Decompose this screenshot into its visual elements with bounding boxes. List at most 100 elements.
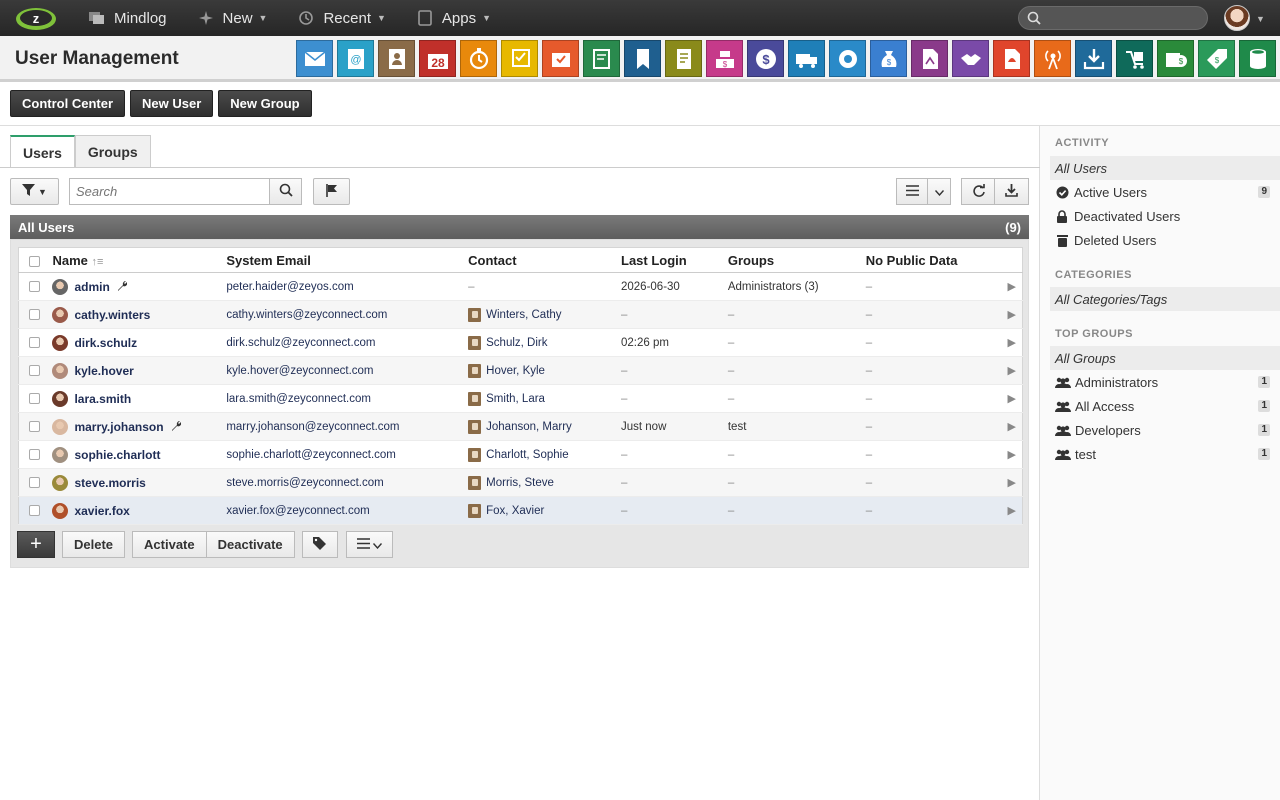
app-projects[interactable] xyxy=(542,40,579,77)
app-bookmarks[interactable] xyxy=(624,40,661,77)
list-view-button[interactable] xyxy=(896,178,928,205)
contact-link[interactable]: Hover, Kyle xyxy=(468,363,621,378)
table-row[interactable]: cathy.winters cathy.winters@zeyconnect.co… xyxy=(18,300,1023,329)
system-email[interactable]: lara.smith@zeyconnect.com xyxy=(226,384,469,413)
row-actions-icon[interactable]: ▶ xyxy=(1008,393,1016,405)
add-button[interactable]: + xyxy=(17,531,55,558)
app-database[interactable] xyxy=(1239,40,1276,77)
row-checkbox[interactable] xyxy=(29,476,40,488)
search-button[interactable] xyxy=(269,178,302,205)
new-group-button[interactable]: New Group xyxy=(218,90,312,117)
user-name-link[interactable]: marry.johanson xyxy=(52,418,226,435)
activate-button[interactable]: Activate xyxy=(132,531,207,558)
app-address-book[interactable]: @ xyxy=(337,40,374,77)
deactivate-button[interactable]: Deactivate xyxy=(206,531,295,558)
row-checkbox[interactable] xyxy=(29,280,40,292)
contact-link[interactable]: Morris, Steve xyxy=(468,475,621,490)
sidebar-group-item[interactable]: All Access 1 xyxy=(1040,394,1280,418)
row-actions-icon[interactable]: ▶ xyxy=(1008,505,1016,517)
app-finance[interactable]: $ xyxy=(747,40,784,77)
row-checkbox[interactable] xyxy=(29,448,40,460)
row-actions-icon[interactable]: ▶ xyxy=(1008,477,1016,489)
nav-mindlog[interactable]: Mindlog xyxy=(88,0,167,36)
app-storage[interactable] xyxy=(1116,40,1153,77)
col-no-public-data[interactable]: No Public Data xyxy=(865,247,986,273)
app-pricing[interactable]: $ xyxy=(1198,40,1235,77)
select-all-checkbox[interactable] xyxy=(18,247,53,273)
global-search[interactable] xyxy=(1018,6,1208,30)
search-field[interactable] xyxy=(69,178,270,205)
system-email[interactable]: dirk.schulz@zeyconnect.com xyxy=(226,328,469,357)
zeyos-logo-icon[interactable]: z xyxy=(14,5,58,31)
sidebar-item-all-users[interactable]: All Users xyxy=(1050,156,1280,180)
sidebar-item-active-users[interactable]: Active Users 9 xyxy=(1040,180,1280,204)
contact-link[interactable]: Charlott, Sophie xyxy=(468,447,621,462)
col-last-login[interactable]: Last Login xyxy=(621,247,728,273)
row-checkbox[interactable] xyxy=(29,504,40,516)
flag-filter-button[interactable] xyxy=(313,178,350,205)
user-name-link[interactable]: lara.smith xyxy=(52,390,226,407)
user-name-link[interactable]: steve.morris xyxy=(52,474,226,491)
contact-link[interactable]: Fox, Xavier xyxy=(468,503,621,518)
user-name-link[interactable]: cathy.winters xyxy=(52,306,226,323)
nav-recent[interactable]: Recent ▼ xyxy=(297,0,386,36)
user-avatar[interactable] xyxy=(1224,5,1250,31)
view-options-button[interactable] xyxy=(927,178,951,205)
global-search-input[interactable] xyxy=(1049,9,1199,27)
system-email[interactable]: xavier.fox@zeyconnect.com xyxy=(226,496,469,525)
more-actions-button[interactable] xyxy=(345,531,393,558)
app-deals[interactable] xyxy=(952,40,989,77)
tab-groups[interactable]: Groups xyxy=(74,135,151,167)
sidebar-item-deleted-users[interactable]: Deleted Users xyxy=(1040,228,1280,252)
app-downloads[interactable] xyxy=(1075,40,1112,77)
app-notes[interactable] xyxy=(583,40,620,77)
row-actions-icon[interactable]: ▶ xyxy=(1008,337,1016,349)
tab-users[interactable]: Users xyxy=(10,135,75,168)
sidebar-item-deactivated-users[interactable]: Deactivated Users xyxy=(1040,204,1280,228)
contact-link[interactable]: Winters, Cathy xyxy=(468,307,621,322)
control-center-button[interactable]: Control Center xyxy=(10,90,125,117)
app-money-bag[interactable]: $ xyxy=(870,40,907,77)
app-broadcast[interactable] xyxy=(1034,40,1071,77)
export-button[interactable] xyxy=(994,178,1029,205)
col-name[interactable]: Name ↑≡ xyxy=(52,247,227,273)
col-email[interactable]: System Email xyxy=(226,247,469,273)
user-name-link[interactable]: admin xyxy=(52,278,226,295)
col-contact[interactable]: Contact xyxy=(468,247,621,273)
sidebar-item-all-groups[interactable]: All Groups xyxy=(1050,346,1280,370)
delete-button[interactable]: Delete xyxy=(62,531,126,558)
refresh-button[interactable] xyxy=(961,178,995,205)
tag-button[interactable] xyxy=(301,531,338,558)
system-email[interactable]: steve.morris@zeyconnect.com xyxy=(226,468,469,497)
app-documents[interactable] xyxy=(665,40,702,77)
table-row[interactable]: dirk.schulz dirk.schulz@zeyconnect.com Sch… xyxy=(18,328,1023,357)
search-input[interactable] xyxy=(70,179,260,204)
app-pdf[interactable] xyxy=(993,40,1030,77)
row-checkbox[interactable] xyxy=(29,392,40,404)
row-checkbox[interactable] xyxy=(29,308,40,320)
app-contacts[interactable] xyxy=(378,40,415,77)
app-mail[interactable] xyxy=(296,40,333,77)
user-name-link[interactable]: xavier.fox xyxy=(52,502,226,519)
contact-link[interactable]: Schulz, Dirk xyxy=(468,335,621,350)
contact-link[interactable]: Smith, Lara xyxy=(468,391,621,406)
app-cashdesk[interactable]: $ xyxy=(706,40,743,77)
row-actions-icon[interactable]: ▶ xyxy=(1008,309,1016,321)
row-checkbox[interactable] xyxy=(29,420,40,432)
app-services[interactable] xyxy=(829,40,866,77)
table-row[interactable]: lara.smith lara.smith@zeyconnect.com Smith… xyxy=(18,384,1023,413)
app-shipping[interactable] xyxy=(788,40,825,77)
user-name-link[interactable]: sophie.charlott xyxy=(52,446,226,463)
table-row[interactable]: marry.johanson marry.johanson@zeyconnect.… xyxy=(18,412,1023,441)
sidebar-group-item[interactable]: Administrators 1 xyxy=(1040,370,1280,394)
table-row[interactable]: steve.morris steve.morris@zeyconnect.com M… xyxy=(18,468,1023,497)
chevron-down-icon[interactable]: ▼ xyxy=(1256,14,1265,24)
nav-new[interactable]: New ▼ xyxy=(197,0,267,36)
system-email[interactable]: peter.haider@zeyos.com xyxy=(226,272,469,301)
row-actions-icon[interactable]: ▶ xyxy=(1008,365,1016,377)
table-row[interactable]: xavier.fox xavier.fox@zeyconnect.com Fox, … xyxy=(18,496,1023,525)
table-row[interactable]: sophie.charlott sophie.charlott@zeyconnec… xyxy=(18,440,1023,469)
user-name-link[interactable]: dirk.schulz xyxy=(52,334,226,351)
system-email[interactable]: sophie.charlott@zeyconnect.com xyxy=(226,440,469,469)
sidebar-group-item[interactable]: test 1 xyxy=(1040,442,1280,466)
